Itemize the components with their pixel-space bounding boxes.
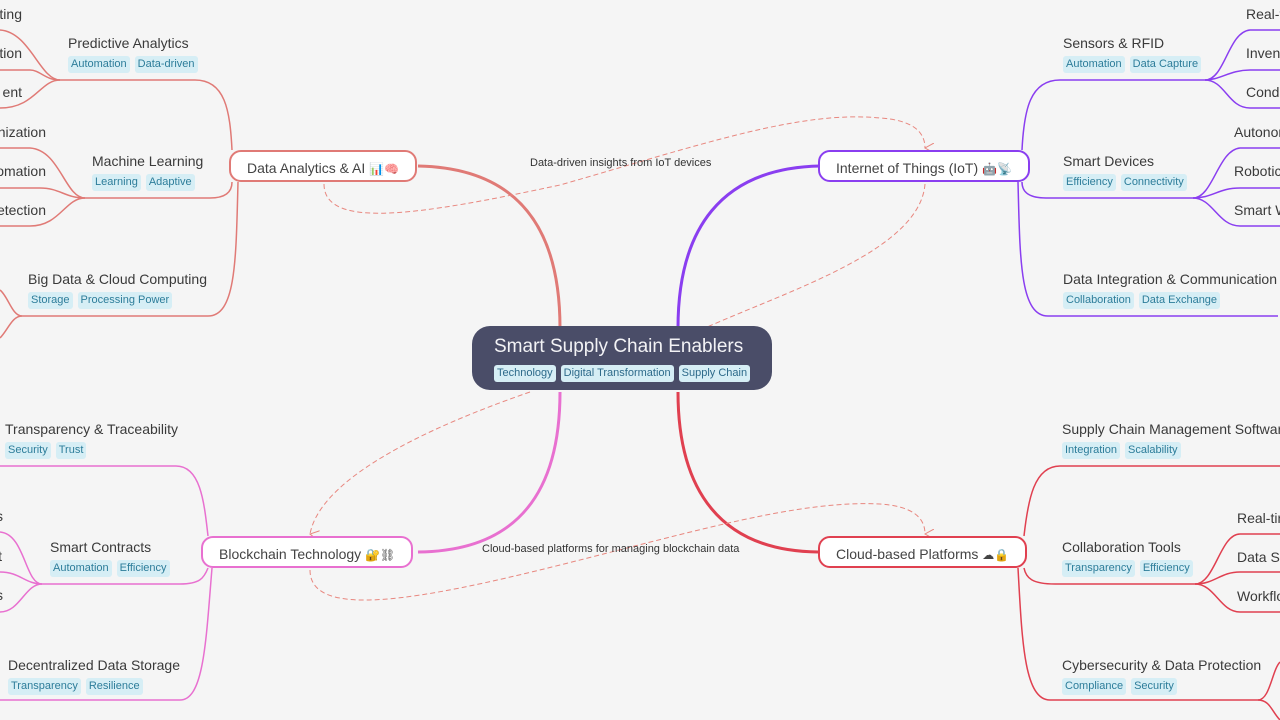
node-machine-learning[interactable]: Machine Learning Learning Adaptive bbox=[92, 153, 203, 191]
tag: Compliance bbox=[1062, 678, 1127, 695]
root-tag: Technology bbox=[494, 365, 556, 382]
leaf-node[interactable]: s bbox=[0, 587, 3, 603]
leaf-node[interactable]: s bbox=[0, 508, 3, 524]
tag: Processing Power bbox=[77, 292, 173, 309]
node-scm-software[interactable]: Supply Chain Management Software Integra… bbox=[1062, 421, 1280, 459]
tag: Transparency bbox=[8, 678, 81, 695]
node-cybersecurity[interactable]: Cybersecurity & Data Protection Complian… bbox=[1062, 657, 1261, 695]
node-transparency-traceability[interactable]: Transparency & Traceability Security Trus… bbox=[5, 421, 178, 459]
tag: Storage bbox=[28, 292, 73, 309]
leaf-node[interactable]: tion bbox=[0, 45, 22, 61]
node-collaboration-tools[interactable]: Collaboration Tools Transparency Efficien… bbox=[1062, 539, 1193, 577]
tag: Security bbox=[5, 442, 51, 459]
tag: Transparency bbox=[1062, 560, 1135, 577]
tag: Automation bbox=[1063, 56, 1125, 73]
leaf-node[interactable]: t bbox=[0, 548, 2, 564]
connector-iot bbox=[676, 164, 821, 329]
leaf-node[interactable]: Real-t bbox=[1246, 6, 1280, 22]
tag: Efficiency bbox=[1139, 560, 1193, 577]
leaf-node[interactable]: omation bbox=[0, 163, 46, 179]
connector-blockchain bbox=[417, 391, 562, 554]
leaf-node[interactable]: ent bbox=[3, 84, 22, 100]
tag: Efficiency bbox=[1063, 174, 1116, 191]
relation-iot-root bbox=[704, 183, 926, 329]
tag: Data-driven bbox=[134, 56, 198, 73]
tag: Trust bbox=[55, 442, 87, 459]
node-label: Cloud-based Platforms bbox=[836, 546, 979, 562]
tag: Integration bbox=[1062, 442, 1120, 459]
robot-satellite-icon: 🤖📡 bbox=[982, 162, 1012, 176]
tag: Adaptive bbox=[145, 174, 195, 191]
leaf-node[interactable]: Workflo bbox=[1237, 588, 1280, 604]
root-title: Smart Supply Chain Enablers bbox=[494, 336, 744, 357]
leaf-node[interactable]: Condi bbox=[1246, 84, 1280, 100]
tag: Automation bbox=[50, 560, 112, 577]
tag: Efficiency bbox=[116, 560, 170, 577]
node-iot[interactable]: Internet of Things (IoT) 🤖📡 bbox=[818, 150, 1030, 182]
root-tag: Digital Transformation bbox=[560, 365, 674, 382]
leaf-node[interactable]: Data Sh bbox=[1237, 549, 1280, 565]
tag: Data Exchange bbox=[1138, 292, 1221, 309]
node-decentralized-storage[interactable]: Decentralized Data Storage Transparency R… bbox=[8, 657, 180, 695]
node-label: Blockchain Technology bbox=[219, 546, 362, 562]
leaf-node[interactable]: Smart W bbox=[1234, 202, 1280, 218]
tag: Data Capture bbox=[1129, 56, 1202, 73]
leaf-node[interactable]: etection bbox=[0, 202, 46, 218]
node-big-data[interactable]: Big Data & Cloud Computing Storage Proces… bbox=[28, 271, 207, 309]
node-blockchain[interactable]: Blockchain Technology 🔐⛓ bbox=[201, 536, 414, 568]
connector-predictive bbox=[60, 79, 233, 151]
tag: Automation bbox=[68, 56, 130, 73]
relation-label: Cloud-based platforms for managing block… bbox=[482, 543, 740, 555]
tag: Learning bbox=[92, 174, 141, 191]
node-smart-contracts[interactable]: Smart Contracts Automation Efficiency bbox=[50, 539, 170, 577]
tag: Security bbox=[1131, 678, 1177, 695]
node-data-analytics-ai[interactable]: Data Analytics & AI 📊🧠 bbox=[229, 150, 418, 182]
tag: Connectivity bbox=[1120, 174, 1187, 191]
connector-analytics bbox=[417, 164, 562, 329]
leaf-node[interactable]: nization bbox=[0, 124, 46, 140]
node-smart-devices[interactable]: Smart Devices Efficiency Connectivity bbox=[1063, 153, 1187, 191]
root-node[interactable]: Smart Supply Chain Enablers Technology D… bbox=[472, 326, 773, 390]
leaf-node[interactable]: Inven bbox=[1246, 45, 1280, 61]
lock-chain-icon: 🔐⛓ bbox=[365, 548, 396, 562]
node-predictive-analytics[interactable]: Predictive Analytics Automation Data-driv… bbox=[68, 35, 198, 73]
leaf-node[interactable]: ting bbox=[0, 6, 22, 22]
node-data-integration[interactable]: Data Integration & Communication Collabo… bbox=[1063, 271, 1277, 309]
node-label: Internet of Things (IoT) bbox=[836, 160, 979, 176]
leaf-node[interactable]: Autonor bbox=[1234, 124, 1280, 140]
relation-label: Data-driven insights from IoT devices bbox=[530, 157, 712, 169]
leaf-node[interactable]: Real-tir bbox=[1237, 510, 1280, 526]
chart-brain-icon: 📊🧠 bbox=[369, 162, 400, 176]
relation-root-blockchain bbox=[310, 391, 531, 534]
tag: Resilience bbox=[85, 678, 143, 695]
tag: Collaboration bbox=[1063, 292, 1134, 309]
cloud-lock-icon: ☁🔒 bbox=[982, 548, 1010, 562]
tag: Scalability bbox=[1124, 442, 1181, 459]
connector-cloud bbox=[676, 391, 819, 554]
root-tag: Supply Chain bbox=[678, 365, 751, 382]
node-sensors-rfid[interactable]: Sensors & RFID Automation Data Capture bbox=[1063, 35, 1202, 73]
node-label: Data Analytics & AI bbox=[247, 160, 366, 176]
node-cloud-platforms[interactable]: Cloud-based Platforms ☁🔒 bbox=[818, 536, 1028, 568]
leaf-node[interactable]: Robotic bbox=[1234, 163, 1280, 179]
